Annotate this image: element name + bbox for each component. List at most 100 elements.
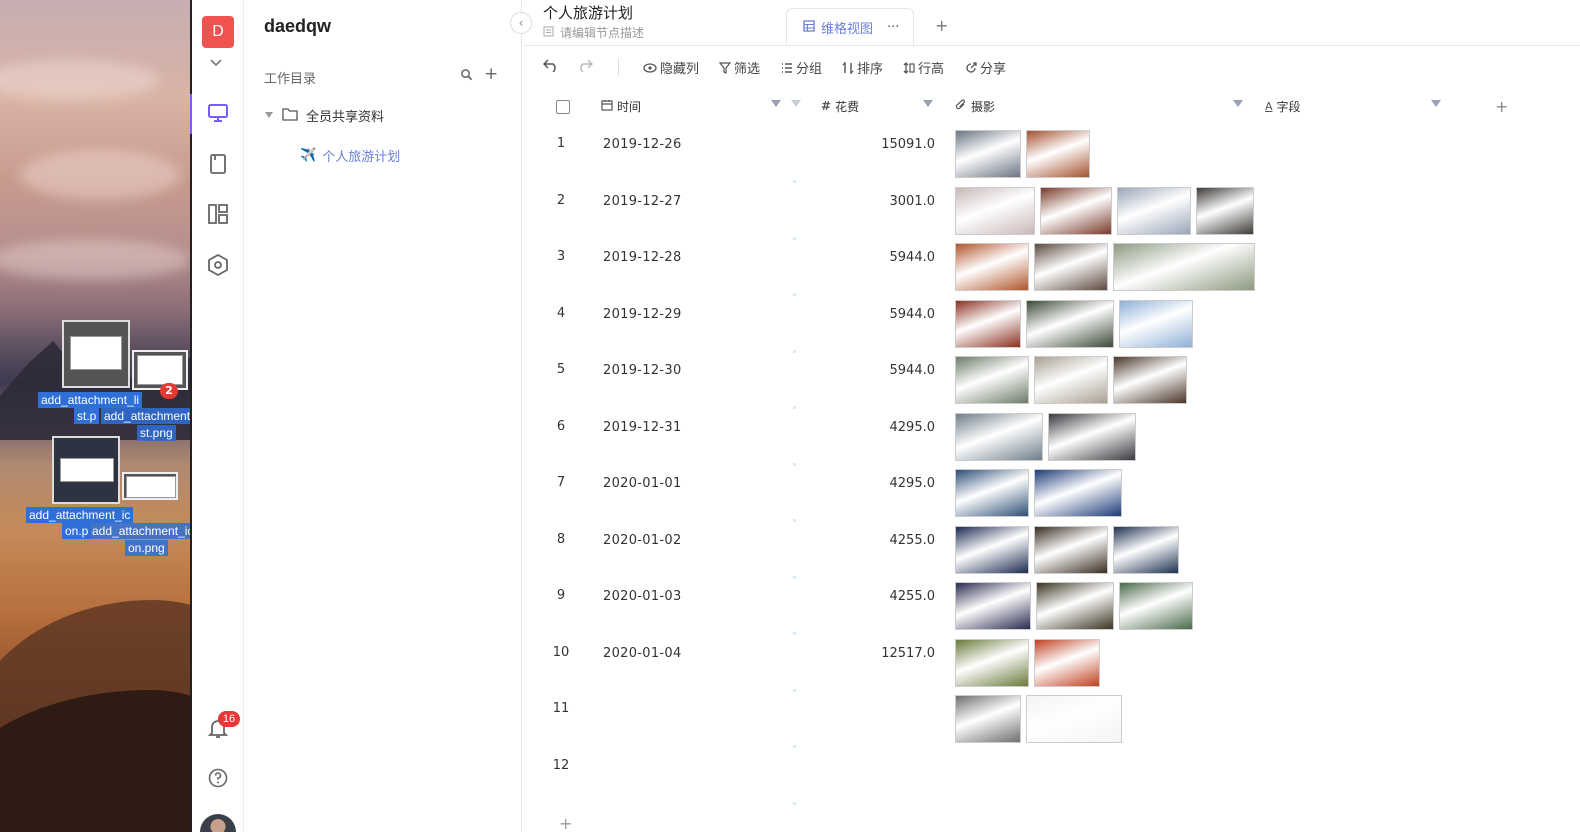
column-menu-caret[interactable]	[771, 100, 781, 107]
collapse-sidebar-button[interactable]: ‹	[510, 12, 532, 34]
attachment-thumbnail[interactable]	[1034, 469, 1122, 517]
table-row[interactable]: 11	[523, 695, 1580, 751]
add-column-button[interactable]: +	[1495, 90, 1508, 122]
book-icon[interactable]	[206, 152, 232, 178]
cell-cost[interactable]: 3001.0	[823, 194, 936, 209]
attachment-thumbnail[interactable]	[955, 525, 1029, 574]
user-avatar[interactable]	[200, 814, 236, 832]
attachment-thumbnail[interactable]	[1113, 525, 1179, 574]
attachment-thumbnail[interactable]	[1026, 695, 1122, 743]
file-name-label[interactable]: add_attachment_li	[101, 408, 190, 424]
cell-date[interactable]: 2020-01-01	[603, 476, 682, 491]
space-avatar[interactable]: D	[202, 16, 234, 48]
file-name-label[interactable]: st.p	[74, 408, 100, 424]
table-row[interactable]: 12	[523, 752, 1580, 808]
help-icon[interactable]	[206, 766, 232, 792]
attachment-thumbnail[interactable]	[1034, 356, 1108, 404]
select-all-checkbox[interactable]	[556, 100, 570, 114]
drag-file-thumbnail[interactable]	[122, 472, 178, 500]
column-header-field[interactable]: A 字段	[1265, 90, 1301, 122]
file-name-label[interactable]: st.png	[137, 425, 176, 441]
column-menu-caret[interactable]	[1431, 100, 1441, 107]
attachment-thumbnail[interactable]	[1113, 356, 1187, 404]
file-name-label[interactable]: add_attachment_ic	[89, 523, 190, 539]
table-row[interactable]: 9 2020-01-03 4255.0	[523, 582, 1580, 638]
row-height-button[interactable]: 行高	[903, 58, 944, 77]
file-name-label[interactable]: on.png	[125, 540, 168, 556]
more-icon[interactable]: ···	[887, 20, 899, 35]
attachment-thumbnail[interactable]	[1119, 299, 1193, 348]
cell-date[interactable]: 2020-01-04	[603, 646, 682, 661]
attachment-thumbnail[interactable]	[955, 469, 1029, 517]
column-header-photo[interactable]: 摄影	[955, 90, 995, 122]
undo-icon[interactable]	[543, 58, 559, 72]
tree-item-datasheet[interactable]: ✈️ 个人旅游计划	[300, 146, 400, 165]
add-view-button[interactable]: +	[935, 16, 948, 35]
attachment-thumbnail[interactable]	[955, 299, 1021, 348]
attachment-thumbnail[interactable]	[1026, 299, 1114, 348]
hexagon-icon[interactable]	[206, 253, 232, 279]
attachment-thumbnail[interactable]	[955, 243, 1029, 291]
attachment-thumbnail[interactable]	[955, 638, 1029, 687]
workspace-name[interactable]: daedqw	[264, 16, 331, 37]
table-row[interactable]: 4 2019-12-29 5944.0	[523, 299, 1580, 356]
cell-date[interactable]: 2020-01-02	[603, 533, 682, 548]
layout-icon[interactable]	[206, 202, 232, 228]
tree-item-folder[interactable]: 全员共享资料	[264, 106, 384, 125]
attachment-thumbnail[interactable]	[955, 186, 1035, 235]
attachment-thumbnail[interactable]	[955, 130, 1021, 178]
drag-file-thumbnail[interactable]	[52, 436, 120, 504]
monitor-icon[interactable]	[206, 101, 232, 127]
attachment-thumbnail[interactable]	[1034, 243, 1108, 291]
cell-cost[interactable]: 4295.0	[823, 476, 936, 491]
cell-cost[interactable]: 4255.0	[823, 533, 936, 548]
page-title[interactable]: 个人旅游计划	[543, 2, 633, 23]
table-row[interactable]: 6 2019-12-31 4295.0	[523, 412, 1580, 469]
cell-date[interactable]: 2019-12-31	[603, 420, 682, 435]
file-name-label[interactable]: add_attachment_ic	[26, 507, 134, 523]
cell-date[interactable]: 2020-01-03	[603, 589, 682, 604]
file-name-label[interactable]: add_attachment_li	[38, 392, 143, 408]
column-header-time[interactable]: 时间	[601, 90, 641, 122]
attachment-thumbnail[interactable]	[1036, 582, 1114, 630]
cell-cost[interactable]: 5944.0	[823, 307, 936, 322]
attachment-thumbnail[interactable]	[955, 695, 1021, 743]
attachment-thumbnail[interactable]	[1196, 186, 1254, 235]
chevron-down-icon[interactable]	[210, 56, 222, 70]
table-row[interactable]: 7 2020-01-01 4295.0	[523, 469, 1580, 525]
attachment-thumbnail[interactable]	[955, 582, 1031, 630]
filter-button[interactable]: 筛选	[719, 58, 760, 77]
cell-cost[interactable]: 5944.0	[823, 250, 936, 265]
cell-date[interactable]: 2019-12-29	[603, 307, 682, 322]
caret-down-icon[interactable]	[264, 108, 274, 123]
column-menu-caret[interactable]	[1233, 100, 1243, 107]
attachment-thumbnail[interactable]	[1034, 638, 1100, 687]
cell-cost[interactable]: 12517.0	[823, 646, 935, 661]
add-row-button[interactable]: +	[559, 814, 572, 832]
cell-date[interactable]: 2019-12-27	[603, 194, 682, 209]
attachment-thumbnail[interactable]	[1034, 525, 1108, 574]
column-menu-caret[interactable]	[791, 100, 801, 107]
column-menu-caret[interactable]	[923, 100, 933, 107]
cell-date[interactable]: 2019-12-30	[603, 363, 682, 378]
group-button[interactable]: 分组	[781, 58, 822, 77]
hide-columns-button[interactable]: 隐藏列	[643, 58, 699, 77]
cell-date[interactable]: 2019-12-26	[603, 137, 682, 152]
cell-cost[interactable]: 5944.0	[823, 363, 936, 378]
table-row[interactable]: 1 2019-12-26 15091.0	[523, 130, 1580, 186]
attachment-thumbnail[interactable]	[1048, 412, 1136, 461]
sort-button[interactable]: 排序	[842, 58, 883, 77]
table-row[interactable]: 10 2020-01-04 12517.0	[523, 638, 1580, 695]
attachment-thumbnail[interactable]	[955, 356, 1029, 404]
drag-file-thumbnail[interactable]	[132, 350, 188, 390]
search-icon[interactable]	[460, 68, 473, 85]
file-name-label[interactable]: on.p	[62, 523, 92, 539]
node-description[interactable]: 请编辑节点描述	[543, 24, 644, 41]
cell-date[interactable]: 2019-12-28	[603, 250, 682, 265]
attachment-thumbnail[interactable]	[955, 412, 1043, 461]
attachment-thumbnail[interactable]	[1113, 243, 1255, 291]
column-header-cost[interactable]: # 花费	[821, 90, 859, 122]
tab-grid-view[interactable]: 维格视图 ···	[786, 8, 914, 46]
table-row[interactable]: 8 2020-01-02 4255.0	[523, 525, 1580, 582]
cell-cost[interactable]: 4295.0	[823, 420, 936, 435]
